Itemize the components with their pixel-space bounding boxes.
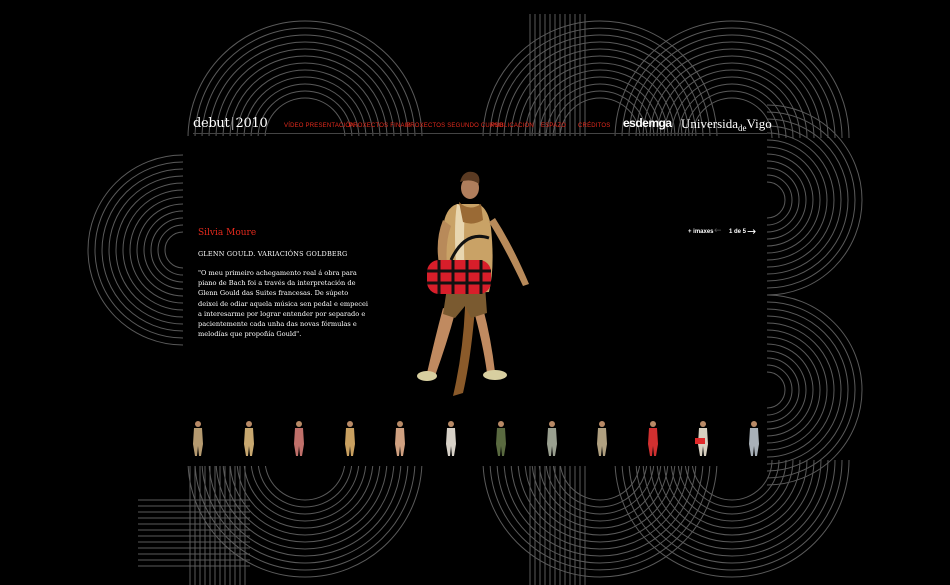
thumbnail-selected[interactable] bbox=[691, 412, 715, 467]
logo-text-2010: 2010 bbox=[235, 116, 268, 131]
thumbnail[interactable] bbox=[186, 412, 210, 467]
header-divider bbox=[193, 133, 767, 134]
thumbnail[interactable] bbox=[590, 412, 614, 467]
thumbnail[interactable] bbox=[641, 412, 665, 467]
more-images-link[interactable]: + imaxes bbox=[688, 229, 714, 235]
artist-name: Silvia Moure bbox=[198, 228, 257, 238]
site-logo[interactable]: debut|2010 bbox=[193, 116, 268, 131]
thumbnail[interactable] bbox=[742, 412, 766, 467]
universidade-vigo-logo[interactable]: UniversidadeVigo bbox=[681, 116, 772, 133]
uvigo-text-b: Vigo bbox=[746, 116, 772, 131]
logo-text-debut: debut bbox=[193, 116, 230, 131]
thumbnail[interactable] bbox=[388, 412, 412, 467]
nav-espazo[interactable]: ESPAZO bbox=[541, 123, 566, 129]
arrow-right-icon[interactable]: → bbox=[747, 225, 756, 238]
thumbnail[interactable] bbox=[540, 412, 564, 467]
uvigo-text-de: de bbox=[738, 123, 747, 133]
work-title: GLENN GOULD. VARIACIÓNS GOLDBERG bbox=[198, 250, 348, 258]
thumbnail[interactable] bbox=[338, 412, 362, 467]
thumbnail-strip bbox=[186, 412, 766, 467]
nav-video-presentacion[interactable]: VÍDEO PRESENTACIÓN bbox=[284, 123, 355, 129]
esdemga-logo[interactable]: esdemga bbox=[623, 116, 672, 130]
uvigo-text-a: Universida bbox=[681, 116, 739, 131]
nav-publicacion[interactable]: PUBLICACIÓN bbox=[491, 123, 534, 129]
header: debut|2010 VÍDEO PRESENTACIÓN PROXECTOS … bbox=[193, 111, 772, 135]
thumbnail[interactable] bbox=[237, 412, 261, 467]
page: debut|2010 VÍDEO PRESENTACIÓN PROXECTOS … bbox=[0, 0, 950, 585]
thumbnail[interactable] bbox=[439, 412, 463, 467]
nav-proxectos-finais[interactable]: PROXECTOS FINAIS bbox=[349, 123, 411, 129]
thumbnail[interactable] bbox=[489, 412, 513, 467]
model-photo bbox=[417, 171, 529, 396]
arrow-left-icon[interactable]: ← bbox=[714, 226, 722, 236]
thumbnail[interactable] bbox=[287, 412, 311, 467]
nav-proxectos-segundo-curso[interactable]: PROXECTOS SEGUNDO CURSO bbox=[406, 123, 504, 129]
nav-creditos[interactable]: CRÉDITOS bbox=[578, 123, 611, 129]
image-counter: 1 de 5 bbox=[729, 229, 747, 235]
logo-separator: | bbox=[230, 116, 235, 131]
artist-quote: "O meu primeiro achegamento real á obra … bbox=[198, 269, 368, 339]
